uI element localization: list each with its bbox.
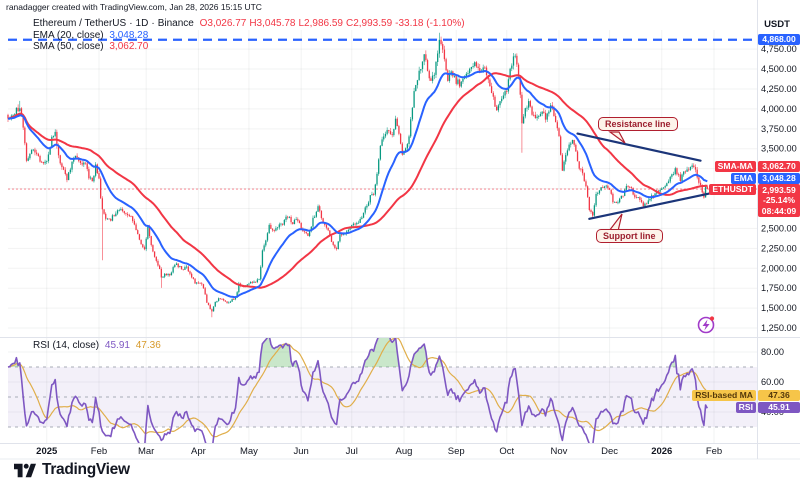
ema-axis-label-badge: EMA: [730, 172, 756, 184]
ath-price-badge: 4,868.00: [758, 34, 800, 45]
svg-text:USDT: USDT: [764, 19, 790, 30]
last-price-badge: 2,993.59 -25.14% 08:44:09: [758, 184, 800, 218]
svg-text:May: May: [240, 446, 258, 457]
svg-text:2,500.00: 2,500.00: [761, 223, 797, 233]
svg-text:Oct: Oct: [499, 446, 514, 457]
rsi-axis-value-badge: 45.91: [758, 401, 800, 413]
ema-legend-value: 3,048.28: [109, 29, 149, 41]
last-price-value: 2,993.59: [762, 185, 796, 195]
svg-text:Jun: Jun: [294, 446, 309, 457]
svg-text:3,500.00: 3,500.00: [761, 144, 797, 154]
rsi-legend[interactable]: RSI (14, close) 45.91 47.36: [33, 340, 164, 351]
support-line-callout[interactable]: Support line: [596, 229, 663, 243]
svg-text:80.00: 80.00: [761, 347, 784, 357]
symbol-title: Ethereum / TetherUS: [33, 18, 127, 29]
symbol-legend[interactable]: Ethereum / TetherUS · 1D · Binance O3,026.77…: [33, 18, 468, 29]
rsi-legend-label: RSI (14, close): [33, 340, 100, 351]
sma-axis-label-badge: SMA-MA: [714, 161, 756, 172]
svg-text:4,750.00: 4,750.00: [761, 44, 797, 54]
svg-text:4,500.00: 4,500.00: [761, 64, 797, 74]
svg-text:3,750.00: 3,750.00: [761, 124, 797, 134]
interval-label: 1D: [135, 18, 149, 29]
svg-text:4,000.00: 4,000.00: [761, 104, 797, 114]
rsi-ma-axis-value-badge: 47.36: [758, 390, 800, 401]
svg-text:60.00: 60.00: [761, 377, 784, 387]
last-price-change: -25.14%: [762, 195, 795, 206]
svg-text:1,750.00: 1,750.00: [761, 283, 797, 293]
ohlc-change: -33.18 (-1.10%): [395, 18, 465, 29]
watermark: ranadagger created with TradingView.com,…: [6, 2, 262, 12]
exchange-label: Binance: [157, 18, 194, 29]
flash-icon[interactable]: [697, 316, 715, 334]
symbol-axis-label-badge: ETHUSDT: [709, 184, 756, 195]
rsi-ma-legend-value: 47.36: [135, 340, 161, 351]
sma-legend-value: 3,062.70: [109, 41, 149, 52]
ohlc-low: L2,986.59: [298, 18, 343, 29]
bar-countdown: 08:44:09: [761, 205, 797, 216]
svg-text:Apr: Apr: [191, 446, 206, 457]
ohlc-close: C2,993.59: [345, 18, 393, 29]
ohlc-open: O3,026.77: [199, 18, 247, 29]
sma-legend-label: SMA (50, close): [33, 41, 104, 52]
tradingview-chart-page: { "watermark": "ranadagger created with …: [0, 0, 800, 495]
rsi-legend-value: 45.91: [104, 340, 130, 351]
svg-text:Aug: Aug: [396, 446, 413, 457]
svg-text:2026: 2026: [651, 446, 672, 457]
ema-legend-label: EMA (20, close): [33, 29, 104, 41]
svg-text:1,500.00: 1,500.00: [761, 303, 797, 313]
chart-canvas[interactable]: USDT 4,750.00 4,500.00 4,250.00 4,000.00 3,75…: [0, 0, 800, 495]
svg-text:Dec: Dec: [601, 446, 618, 457]
rsi-ma-axis-label-badge: RSI-based MA: [692, 390, 756, 401]
svg-text:1,250.00: 1,250.00: [761, 323, 797, 333]
resistance-line-callout[interactable]: Resistance line: [598, 117, 678, 131]
ema-legend[interactable]: EMA (20, close) 3,048.28: [33, 30, 151, 41]
rsi-axis-label-badge: RSI: [735, 401, 756, 413]
sma-legend[interactable]: SMA (50, close) 3,062.70: [33, 41, 151, 52]
svg-text:Jul: Jul: [346, 446, 358, 457]
svg-text:2,000.00: 2,000.00: [761, 263, 797, 273]
svg-text:Nov: Nov: [551, 446, 568, 457]
tradingview-logo-icon: [14, 463, 36, 477]
sma-axis-value-badge: 3,062.70: [758, 161, 800, 172]
tradingview-logo-text: TradingView: [42, 461, 130, 478]
ohlc-high: H3,045.78: [249, 18, 296, 29]
svg-text:Feb: Feb: [706, 446, 722, 457]
tradingview-logo[interactable]: TradingView: [14, 461, 130, 479]
svg-text:2,250.00: 2,250.00: [761, 243, 797, 253]
svg-text:Sep: Sep: [448, 446, 465, 457]
svg-text:Feb: Feb: [91, 446, 107, 457]
svg-text:Mar: Mar: [138, 446, 154, 457]
svg-text:4,250.00: 4,250.00: [761, 84, 797, 94]
ema-axis-value-badge: 3,048.28: [758, 172, 800, 184]
svg-text:2025: 2025: [36, 446, 58, 457]
